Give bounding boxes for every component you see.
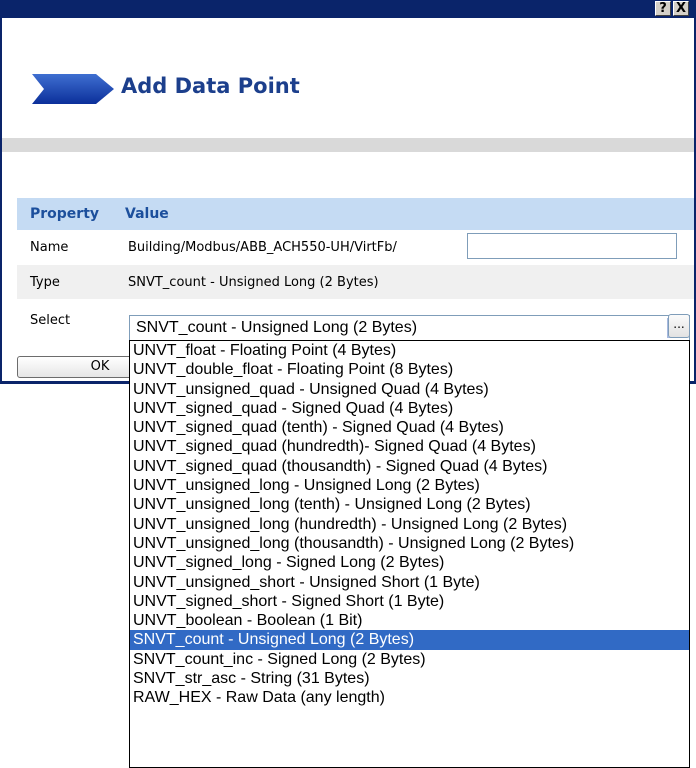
- type-row: Type SNVT_count - Unsigned Long (2 Bytes…: [17, 265, 694, 299]
- dropdown-option[interactable]: UNVT_unsigned_long (thousandth) - Unsign…: [130, 534, 689, 553]
- dropdown-option[interactable]: UNVT_signed_short - Signed Short (1 Byte…: [130, 592, 689, 611]
- dropdown-option[interactable]: UNVT_float - Floating Point (4 Bytes): [130, 341, 689, 360]
- dropdown-option[interactable]: RAW_HEX - Raw Data (any length): [130, 688, 689, 707]
- dropdown-option[interactable]: UNVT_signed_quad (tenth) - Signed Quad (…: [130, 418, 689, 437]
- name-input[interactable]: [467, 233, 677, 259]
- dropdown-option[interactable]: UNVT_boolean - Boolean (1 Bit): [130, 611, 689, 630]
- type-select[interactable]: SNVT_count - Unsigned Long (2 Bytes) ▼: [129, 315, 690, 341]
- chevron-arrow-icon: [32, 74, 114, 104]
- select-value: SNVT_count - Unsigned Long (2 Bytes): [136, 319, 418, 336]
- type-label: Type: [30, 275, 60, 290]
- type-dropdown-list[interactable]: UNVT_float - Floating Point (4 Bytes) UNV…: [129, 340, 690, 768]
- dropdown-option[interactable]: UNVT_unsigned_long (tenth) - Unsigned Lo…: [130, 495, 689, 514]
- help-button[interactable]: ?: [655, 1, 671, 16]
- value-column-header: Value: [125, 206, 169, 222]
- dropdown-option[interactable]: UNVT_double_float - Floating Point (8 By…: [130, 360, 689, 379]
- type-value: SNVT_count - Unsigned Long (2 Bytes): [128, 275, 379, 290]
- dropdown-option[interactable]: UNVT_unsigned_quad - Unsigned Quad (4 By…: [130, 380, 689, 399]
- dropdown-option[interactable]: UNVT_signed_quad - Signed Quad (4 Bytes): [130, 399, 689, 418]
- name-label: Name: [30, 240, 69, 255]
- name-prefix: Building/Modbus/ABB_ACH550-UH/VirtFb/: [128, 240, 397, 255]
- page-title: Add Data Point: [121, 74, 300, 98]
- header-divider: [2, 138, 694, 152]
- browse-button[interactable]: ...: [668, 314, 690, 338]
- table-header: Property Value: [17, 198, 694, 230]
- dropdown-option[interactable]: UNVT_signed_long - Signed Long (2 Bytes): [130, 553, 689, 572]
- dropdown-option[interactable]: SNVT_count_inc - Signed Long (2 Bytes): [130, 650, 689, 669]
- dropdown-option[interactable]: UNVT_signed_quad (hundredth)- Signed Qua…: [130, 437, 689, 456]
- select-label: Select: [30, 313, 71, 328]
- title-bar: ? X: [0, 0, 696, 18]
- dropdown-option[interactable]: UNVT_unsigned_short - Unsigned Short (1 …: [130, 573, 689, 592]
- name-row: Name Building/Modbus/ABB_ACH550-UH/VirtF…: [17, 230, 694, 264]
- close-button[interactable]: X: [673, 1, 689, 16]
- property-column-header: Property: [30, 206, 100, 222]
- dropdown-option[interactable]: SNVT_str_asc - String (31 Bytes): [130, 669, 689, 688]
- dropdown-option[interactable]: UNVT_unsigned_long (hundredth) - Unsigne…: [130, 515, 689, 534]
- dropdown-option[interactable]: SNVT_count - Unsigned Long (2 Bytes): [130, 630, 689, 650]
- dropdown-option[interactable]: UNVT_unsigned_long - Unsigned Long (2 By…: [130, 476, 689, 495]
- dropdown-option[interactable]: UNVT_signed_quad (thousandth) - Signed Q…: [130, 457, 689, 476]
